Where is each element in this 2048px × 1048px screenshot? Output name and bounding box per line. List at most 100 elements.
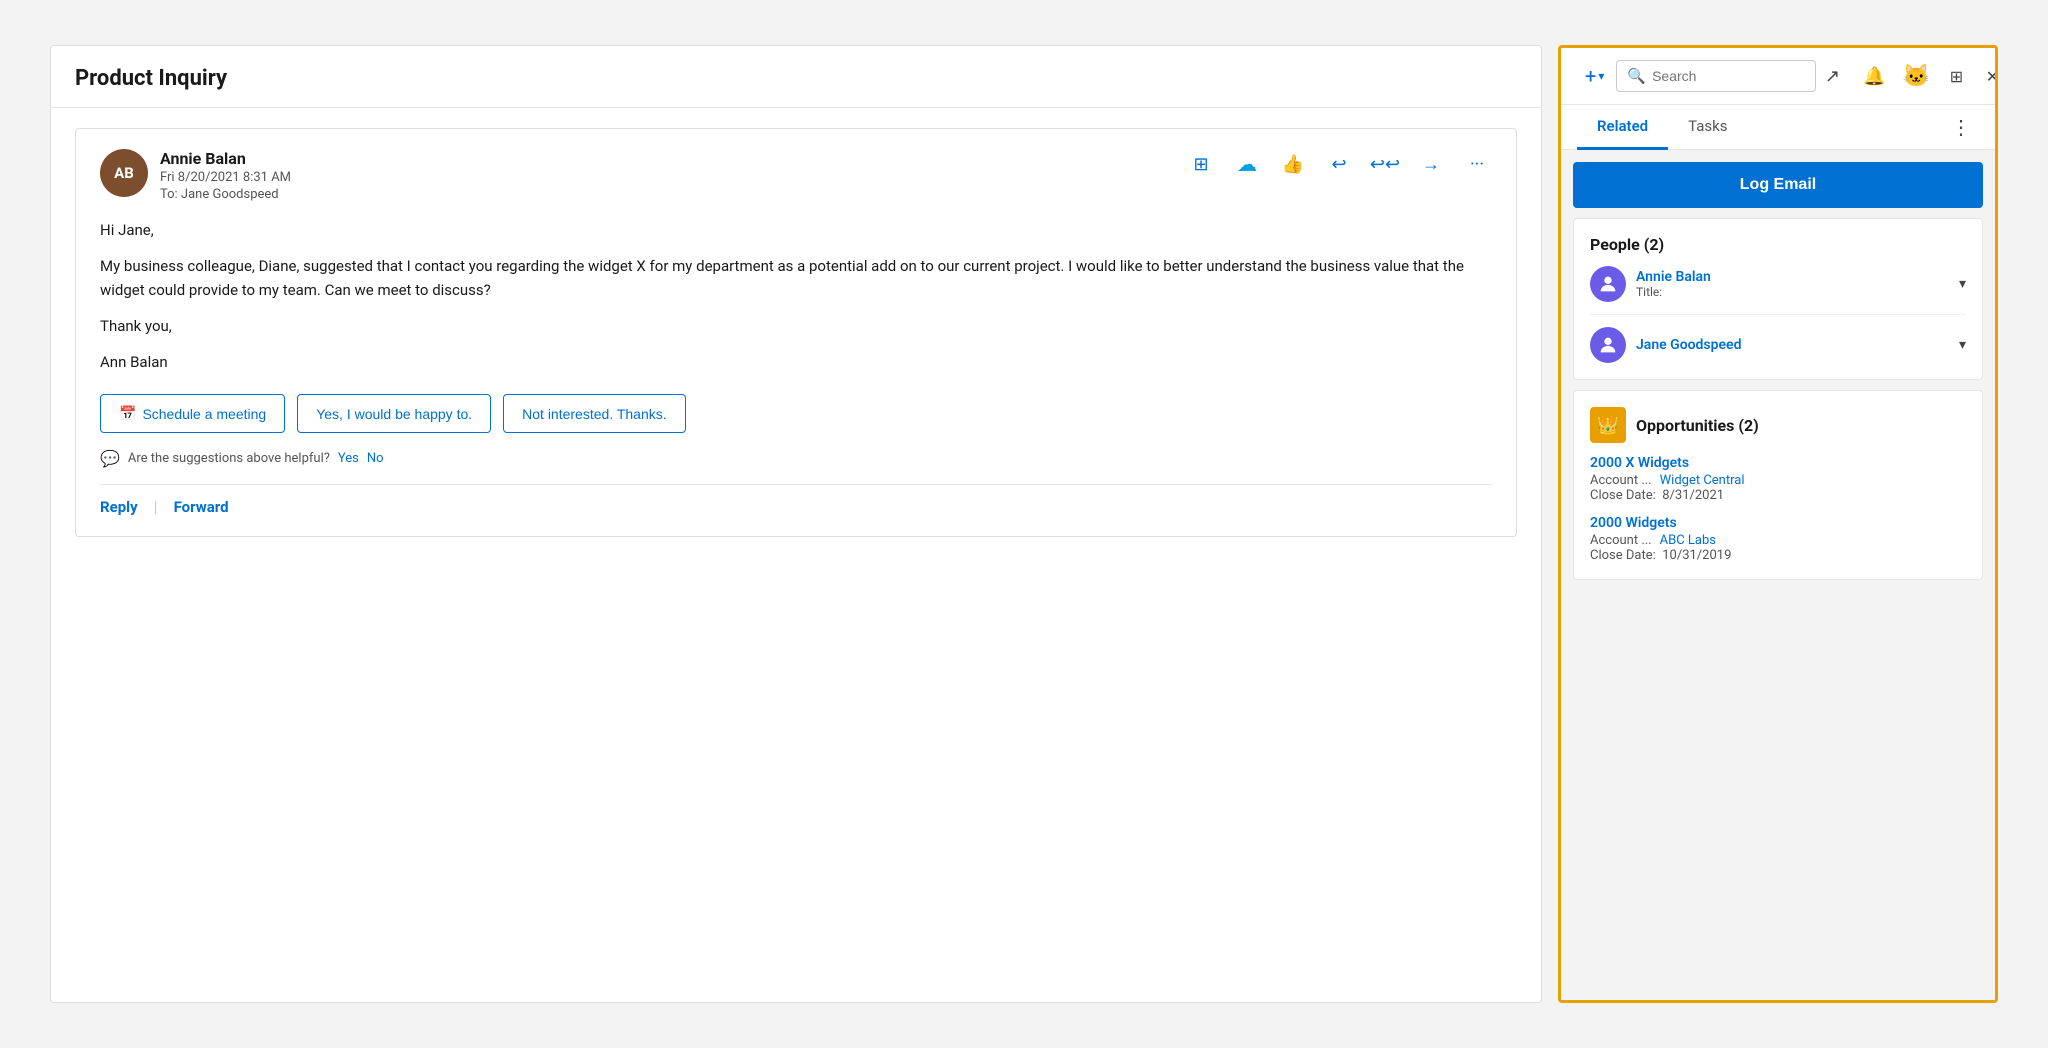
avatar: AB [100,149,148,197]
schedule-meeting-button[interactable]: 📅 Schedule a meeting [100,394,285,433]
sender-info: AB Annie Balan Fri 8/20/2021 8:31 AM To:… [100,149,291,202]
email-content-area: AB Annie Balan Fri 8/20/2021 8:31 AM To:… [51,108,1541,1002]
reply-all-icon[interactable]: ↩↩ [1370,149,1400,179]
crm-topbar: + ▾ 🔍 ↗ 🔔 🐱 ⊞ ✕ [1561,48,1995,105]
reply-separator: | [154,497,158,516]
like-icon[interactable]: 👍 [1278,149,1308,179]
avatar-icon[interactable]: 🐱 [1900,60,1932,92]
plus-icon: + [1585,64,1596,88]
people-card-title: People (2) [1590,235,1966,254]
person-item-annie: Annie Balan Title: ▾ [1590,266,1966,315]
opp-account-label-2: Account ... [1590,533,1652,548]
close-button[interactable]: ✕ [1978,62,1998,90]
opp-close-value-1: 8/31/2021 [1662,488,1724,503]
opp-account-value-1[interactable]: Widget Central [1660,473,1745,488]
pin-button[interactable]: ⊞ [1942,62,1970,90]
happy-to-label: Yes, I would be happy to. [316,406,472,422]
body-signature: Ann Balan [100,350,1492,374]
body-paragraph: My business colleague, Diane, suggested … [100,254,1492,302]
email-message: AB Annie Balan Fri 8/20/2021 8:31 AM To:… [75,128,1517,537]
schedule-meeting-label: Schedule a meeting [142,406,266,422]
grid-icon[interactable]: ⊞ [1186,149,1216,179]
body-closing: Thank you, [100,314,1492,338]
opp-item-1: 2000 X Widgets Account ... Widget Centra… [1590,455,1966,503]
crm-topbar-right: ↗ 🔔 🐱 ⊞ ✕ [1816,60,1998,92]
salesforce-icon[interactable]: ☁ [1232,149,1262,179]
annie-expand-button[interactable]: ▾ [1959,276,1966,292]
tab-related-label: Related [1597,117,1648,135]
search-icon: 🔍 [1627,67,1646,85]
sender-name: Annie Balan [160,149,291,168]
opp-close-label-1: Close Date: [1590,488,1656,503]
jane-expand-button[interactable]: ▾ [1959,337,1966,353]
person-left-annie: Annie Balan Title: [1590,266,1711,302]
bell-icon[interactable]: 🔔 [1858,60,1890,92]
crm-body: Log Email People (2) Annie Balan Title: [1561,150,1995,1000]
annie-avatar [1590,266,1626,302]
opp-item-2: 2000 Widgets Account ... ABC Labs Close … [1590,515,1966,563]
window-controls: ⊞ ✕ [1942,62,1998,90]
sender-row: AB Annie Balan Fri 8/20/2021 8:31 AM To:… [100,149,1492,202]
crm-panel: + ▾ 🔍 ↗ 🔔 🐱 ⊞ ✕ Related [1558,45,1998,1003]
opp-details-1: Account ... Widget Central [1590,473,1966,488]
recipient-name: Jane Goodspeed [181,187,279,202]
people-card: People (2) Annie Balan Title: ▾ [1573,218,1983,380]
happy-to-button[interactable]: Yes, I would be happy to. [297,394,491,433]
email-body: Hi Jane, My business colleague, Diane, s… [100,218,1492,374]
helpful-yes[interactable]: Yes [338,451,359,466]
reply-link[interactable]: Reply [100,498,138,516]
helpful-no[interactable]: No [367,451,384,466]
opp-close-value-2: 10/31/2019 [1662,548,1731,563]
jane-avatar [1590,327,1626,363]
tab-tasks-label: Tasks [1688,117,1727,135]
not-interested-button[interactable]: Not interested. Thanks. [503,394,685,433]
reply-icon[interactable]: ↩ [1324,149,1354,179]
opp-name-2[interactable]: 2000 Widgets [1590,515,1966,531]
log-email-button[interactable]: Log Email [1573,162,1983,208]
search-box[interactable]: 🔍 [1616,60,1816,92]
person-left-jane: Jane Goodspeed [1590,327,1741,363]
suggestion-buttons: 📅 Schedule a meeting Yes, I would be hap… [100,394,1492,433]
opportunities-card: 👑 Opportunities (2) 2000 X Widgets Accou… [1573,390,1983,580]
annie-info: Annie Balan Title: [1636,269,1711,299]
not-interested-label: Not interested. Thanks. [522,406,666,422]
helpful-prompt: Are the suggestions above helpful? [128,451,330,466]
email-title: Product Inquiry [75,66,1517,91]
tabs-more-button[interactable]: ⋮ [1943,107,1979,147]
opp-close-label-2: Close Date: [1590,548,1656,563]
email-panel: Product Inquiry AB Annie Balan Fri 8/20/… [50,45,1542,1003]
tab-tasks[interactable]: Tasks [1668,105,1747,150]
annie-title: Title: [1636,285,1711,299]
opp-close-1: Close Date: 8/31/2021 [1590,488,1966,503]
calendar-icon: 📅 [119,405,136,422]
chat-icon: 💬 [100,449,120,468]
more-icon[interactable]: ··· [1462,149,1492,179]
search-input[interactable] [1652,68,1805,84]
add-dropdown-icon: ▾ [1598,69,1604,83]
sender-details: Annie Balan Fri 8/20/2021 8:31 AM To: Ja… [160,149,291,202]
external-link-icon[interactable]: ↗ [1816,60,1848,92]
crm-topbar-left: + ▾ 🔍 [1577,60,1816,92]
sender-to: To: Jane Goodspeed [160,187,291,202]
forward-icon[interactable]: → [1416,149,1446,179]
jane-name[interactable]: Jane Goodspeed [1636,337,1741,353]
annie-name[interactable]: Annie Balan [1636,269,1711,285]
tab-related[interactable]: Related [1577,105,1668,150]
crm-tabs: Related Tasks ⋮ [1561,105,1995,150]
opp-close-2: Close Date: 10/31/2019 [1590,548,1966,563]
opportunities-icon: 👑 [1590,407,1626,443]
app-container: Product Inquiry AB Annie Balan Fri 8/20/… [34,29,2014,1019]
opp-account-value-2[interactable]: ABC Labs [1660,533,1716,548]
opp-details-2: Account ... ABC Labs [1590,533,1966,548]
reply-row: Reply | Forward [100,484,1492,516]
person-item-jane: Jane Goodspeed ▾ [1590,327,1966,363]
opp-header: 👑 Opportunities (2) [1590,407,1966,443]
forward-link[interactable]: Forward [174,498,229,516]
opp-title: Opportunities (2) [1636,416,1759,435]
add-button[interactable]: + ▾ [1577,60,1612,92]
sender-date: Fri 8/20/2021 8:31 AM [160,170,291,185]
email-actions: ⊞ ☁ 👍 ↩ ↩↩ → ··· [1186,149,1492,179]
opp-name-1[interactable]: 2000 X Widgets [1590,455,1966,471]
body-greeting: Hi Jane, [100,218,1492,242]
opp-account-label-1: Account ... [1590,473,1652,488]
